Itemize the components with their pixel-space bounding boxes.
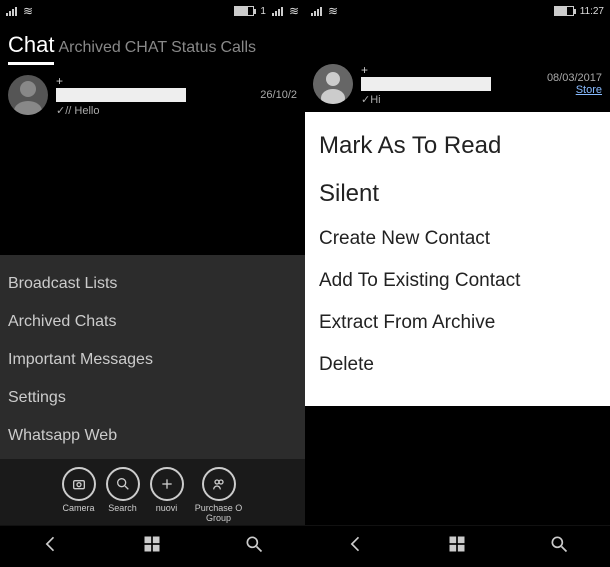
menu-whatsapp-web[interactable]: Whatsapp Web — [0, 417, 305, 455]
nav-bar — [305, 525, 610, 567]
battery-icon — [234, 6, 254, 16]
wifi-icon — [328, 4, 338, 18]
chat-date: 26/10/2 — [260, 89, 297, 101]
tab-archived[interactable]: Archived — [58, 35, 120, 61]
search-nav-icon[interactable] — [244, 534, 264, 559]
chat-name-prefix: + — [361, 63, 368, 77]
menu-important[interactable]: Important Messages — [0, 341, 305, 379]
tab-chat[interactable]: Chat — [8, 28, 54, 65]
chat-name — [361, 77, 491, 91]
ctx-delete[interactable]: Delete — [305, 344, 610, 386]
phone-left: 1 Chat Archived CHAT Status Calls + ✓// … — [0, 0, 305, 567]
chat-preview: ✓Hi — [361, 93, 539, 106]
camera-button[interactable]: Camera — [62, 467, 96, 523]
avatar — [8, 75, 48, 115]
menu-broadcast[interactable]: Broadcast Lists — [0, 265, 305, 303]
back-icon[interactable] — [346, 534, 366, 559]
tab-status[interactable]: Status — [171, 35, 216, 61]
ctx-add-existing[interactable]: Add To Existing Contact — [305, 260, 610, 302]
ctx-mark-read[interactable]: Mark As To Read — [305, 122, 610, 170]
status-text: 1 — [260, 6, 266, 17]
group-icon — [202, 467, 236, 501]
tab-chat2[interactable]: CHAT — [125, 35, 167, 61]
menu-archived[interactable]: Archived Chats — [0, 303, 305, 341]
context-menu: Mark As To Read Silent Create New Contac… — [305, 112, 610, 406]
battery-icon — [554, 6, 574, 16]
tab-bar: Chat Archived CHAT Status Calls — [0, 22, 305, 67]
status-bar: 11:27 — [305, 0, 610, 22]
tab-calls[interactable]: Calls — [220, 35, 256, 61]
chat-date: 08/03/2017 — [547, 72, 602, 84]
bottom-toolbar: Camera Search nuovi Purchase O Group — [0, 459, 305, 525]
chat-name — [56, 88, 186, 102]
chat-row[interactable]: + ✓Hi 08/03/2017 Store — [305, 56, 610, 112]
windows-icon[interactable] — [142, 534, 162, 559]
wifi-icon-2 — [289, 4, 299, 18]
store-link[interactable]: Store — [547, 84, 602, 96]
chat-name-prefix: + — [56, 74, 63, 88]
windows-icon[interactable] — [447, 534, 467, 559]
search-icon — [106, 467, 140, 501]
phone-right: 11:27 + ✓Hi 08/03/2017 Store Mark As To … — [305, 0, 610, 567]
status-bar: 1 — [0, 0, 305, 22]
nav-bar — [0, 525, 305, 567]
ctx-extract[interactable]: Extract From Archive — [305, 302, 610, 344]
camera-icon — [62, 467, 96, 501]
plus-icon — [150, 467, 184, 501]
status-time: 11:27 — [580, 6, 604, 17]
search-button[interactable]: Search — [106, 467, 140, 523]
overflow-menu: Broadcast Lists Archived Chats Important… — [0, 255, 305, 459]
signal-icon-2 — [272, 7, 283, 16]
wifi-icon — [23, 4, 33, 18]
ctx-create-contact[interactable]: Create New Contact — [305, 218, 610, 260]
chat-row[interactable]: + ✓// Hello 26/10/2 — [0, 67, 305, 123]
group-button[interactable]: Purchase O Group — [194, 467, 244, 523]
new-button[interactable]: nuovi — [150, 467, 184, 523]
ctx-silent[interactable]: Silent — [305, 170, 610, 218]
signal-icon — [6, 7, 17, 16]
search-nav-icon[interactable] — [549, 534, 569, 559]
back-icon[interactable] — [41, 534, 61, 559]
avatar — [313, 64, 353, 104]
menu-settings[interactable]: Settings — [0, 379, 305, 417]
chat-preview: ✓// Hello — [56, 104, 252, 117]
signal-icon — [311, 7, 322, 16]
